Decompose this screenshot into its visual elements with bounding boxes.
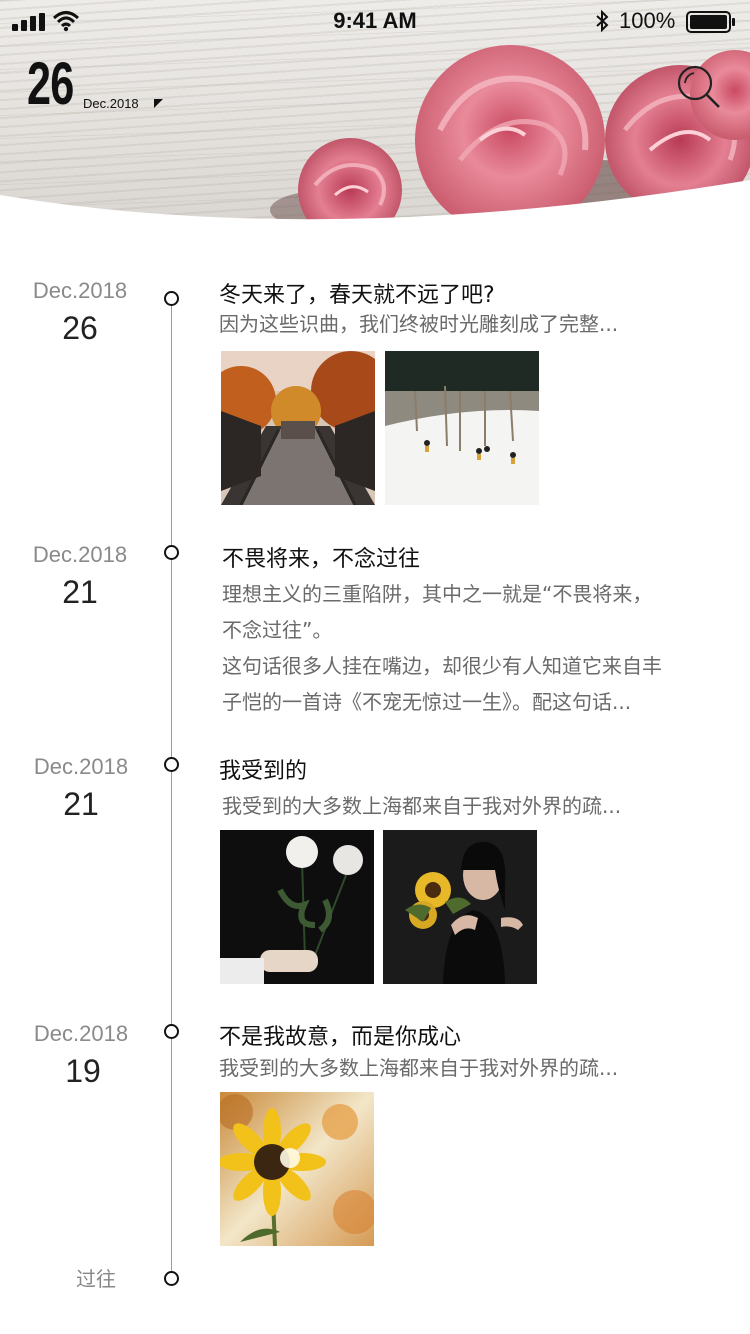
entry-month: Dec.2018 [32, 542, 128, 567]
summary-line: 理想主义的三重陷阱，其中之一就是“不畏将来， [222, 582, 653, 606]
timeline-node [164, 1024, 179, 1039]
summary-line: 不念过往”。 [222, 618, 333, 642]
header-banner: 9:41 AM 100% 26 Dec.2018 [0, 0, 750, 230]
entry-summary: 我受到的大多数上海都来自于我对外界的疏... [222, 794, 622, 818]
snowy-forest-photo[interactable] [385, 351, 539, 505]
caret-down-icon[interactable] [154, 99, 163, 108]
current-month-year[interactable]: Dec.2018 [83, 96, 139, 111]
entry-title[interactable]: 不是我故意，而是你成心 [219, 1019, 461, 1051]
timeline-line [171, 298, 172, 1280]
sunflower-photo[interactable] [220, 1092, 374, 1246]
timeline-node [164, 545, 179, 560]
entry-day: 21 [62, 574, 98, 610]
entry-month: Dec.2018 [33, 754, 129, 779]
battery-percent: 100% [619, 8, 676, 33]
entry-summary: 我受到的大多数上海都来自于我对外界的疏... [219, 1056, 619, 1080]
summary-line: 这句话很多人挂在嘴边，却很少有人知道它来自丰 [222, 654, 662, 678]
entry-title[interactable]: 不畏将来，不念过往 [222, 541, 420, 573]
entry-title[interactable]: 我受到的 [219, 753, 307, 785]
past-label[interactable]: 过往 [76, 1263, 116, 1292]
bluetooth-icon [596, 9, 609, 33]
entry-day: 21 [63, 786, 99, 822]
search-button[interactable] [675, 63, 723, 111]
battery-icon [686, 11, 735, 33]
timeline-node [164, 291, 179, 306]
current-day: 26 [27, 50, 74, 117]
entry-summary: 理想主义的三重陷阱，其中之一就是“不畏将来， 不念过往”。 这句话很多人挂在嘴边… [222, 576, 732, 720]
girl-with-sunflowers-photo[interactable] [383, 830, 537, 984]
entry-day: 26 [62, 310, 98, 346]
entry-day: 19 [65, 1053, 101, 1089]
entry-title[interactable]: 冬天来了，春天就不远了吧? [219, 277, 495, 309]
entry-month: Dec.2018 [33, 1021, 129, 1046]
search-icon[interactable] [675, 63, 723, 111]
white-peonies-photo[interactable] [220, 830, 374, 984]
autumn-bridge-photo[interactable] [221, 351, 375, 505]
timeline-end-node [164, 1271, 179, 1286]
summary-line: 子恺的一首诗《不宠无惊过一生》。配这句话... [222, 690, 632, 714]
timeline-node [164, 757, 179, 772]
entry-summary: 因为这些识曲，我们终被时光雕刻成了完整... [219, 312, 619, 336]
entry-month: Dec.2018 [32, 278, 128, 303]
status-bar: 9:41 AM 100% [0, 0, 750, 40]
